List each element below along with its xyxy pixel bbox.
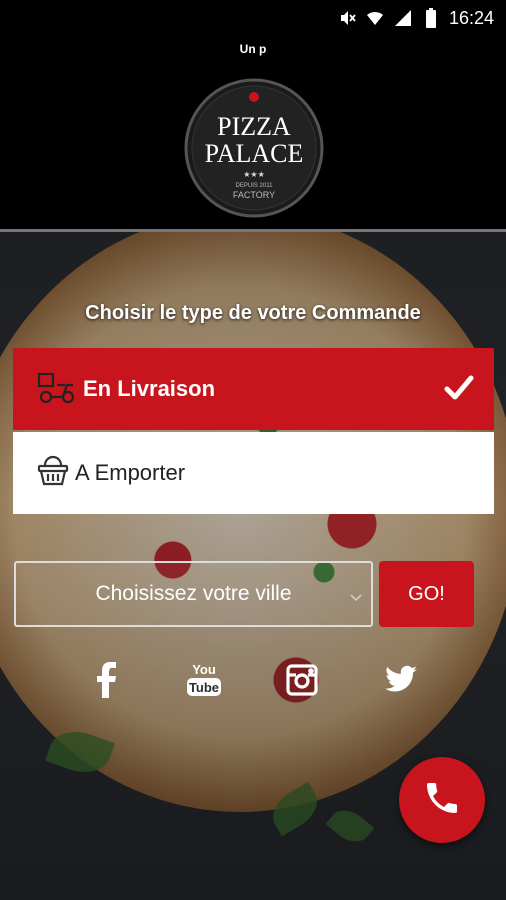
svg-text:You: You [192, 662, 216, 677]
twitter-icon[interactable] [381, 660, 421, 700]
wifi-icon [365, 8, 385, 28]
svg-text:DEPUIS 2011: DEPUIS 2011 [236, 183, 274, 189]
svg-text:PALACE: PALACE [205, 139, 304, 168]
basket-icon [37, 455, 69, 492]
svg-text:★★★: ★★★ [243, 170, 265, 179]
chevron-down-icon [349, 585, 363, 609]
phone-icon [422, 778, 462, 823]
signal-icon [393, 8, 413, 28]
facebook-icon[interactable] [87, 660, 127, 700]
option-delivery[interactable]: En Livraison [13, 348, 494, 430]
youtube-icon[interactable]: You Tube [184, 660, 224, 700]
city-select-value: Choisissez votre ville [95, 582, 292, 605]
svg-text:Tube: Tube [189, 680, 219, 695]
svg-text:FACTORY: FACTORY [233, 190, 275, 200]
app-header: Un p PIZZA PALACE ★★★ DEPUIS 2011 FACTOR… [0, 36, 506, 230]
option-takeaway-label: A Emporter [75, 460, 186, 485]
order-type-title: Choisir le type de votre Commande [85, 302, 421, 324]
go-button[interactable]: GO! [379, 561, 474, 627]
clock: 16:24 [448, 7, 494, 28]
svg-text:PIZZA: PIZZA [217, 112, 291, 141]
option-delivery-label: En Livraison [83, 376, 216, 401]
battery-icon [421, 8, 441, 28]
mute-icon [337, 8, 357, 28]
status-bar: 16:24 [0, 0, 506, 36]
call-button[interactable] [399, 757, 485, 843]
city-select[interactable]: Choisissez votre ville [14, 561, 373, 627]
checkmark-icon [444, 374, 474, 407]
header-hint-text: Un p [239, 42, 267, 56]
scooter-icon [37, 370, 77, 409]
pizza-palace-logo: PIZZA PALACE ★★★ DEPUIS 2011 FACTORY [176, 78, 332, 218]
instagram-icon[interactable] [282, 660, 322, 700]
option-takeaway[interactable]: A Emporter [13, 432, 494, 514]
